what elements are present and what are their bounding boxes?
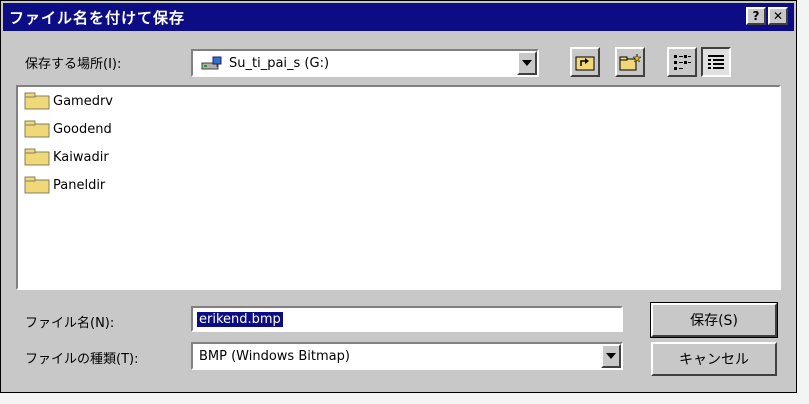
folder-name: Goodend [53,121,112,137]
title-bar[interactable]: ファイル名を付けて保存 ? ✕ [3,3,794,31]
folder-name: Gamedrv [53,93,113,109]
details-view-button[interactable] [701,47,731,77]
cancel-button[interactable]: キャンセル [651,342,777,376]
new-folder-button[interactable] [615,47,645,77]
folder-icon [24,148,50,166]
network-drive-icon [201,56,222,70]
list-item[interactable]: Paneldir [18,171,779,199]
filename-label: ファイル名(N): [25,316,115,331]
list-item[interactable]: Gamedrv [18,87,779,115]
filename-value: erikend.bmp [197,311,283,327]
list-item[interactable]: Kaiwadir [18,143,779,171]
folder-name: Kaiwadir [53,149,109,165]
file-list[interactable]: Gamedrv Goodend Kaiwadir Paneldir [16,85,781,290]
new-folder-icon [619,53,641,71]
filetype-dropdown-button[interactable] [601,344,621,368]
save-in-value: Su_ti_pai_s (G:) [229,55,330,71]
list-view-icon [674,55,691,70]
save-in-dropdown[interactable]: Su_ti_pai_s (G:) [191,49,539,77]
up-one-level-button[interactable] [570,47,600,77]
save-as-dialog: ファイル名を付けて保存 ? ✕ 保存する場所(I): Su_ti_pai_s (… [0,0,797,393]
filetype-dropdown[interactable]: BMP (Windows Bitmap) [191,342,623,370]
filename-input[interactable]: erikend.bmp [191,306,623,332]
list-view-button[interactable] [667,47,697,77]
close-button[interactable]: ✕ [768,7,788,25]
filetype-label: ファイルの種類(T): [25,352,139,367]
folder-icon [24,92,50,110]
help-button[interactable]: ? [746,7,766,25]
chevron-down-icon [606,353,616,359]
up-folder-icon [575,56,595,71]
filetype-value: BMP (Windows Bitmap) [199,348,350,364]
details-view-icon [708,55,724,69]
save-in-label: 保存する場所(I): [25,57,122,72]
chevron-down-icon [522,60,532,66]
folder-icon [24,120,50,138]
window-title: ファイル名を付けて保存 [9,8,186,27]
folder-name: Paneldir [53,177,106,193]
save-in-dropdown-button[interactable] [517,51,537,75]
folder-icon [24,176,50,194]
title-bar-buttons: ? ✕ [746,7,788,25]
save-button[interactable]: 保存(S) [650,302,778,338]
list-item[interactable]: Goodend [18,115,779,143]
